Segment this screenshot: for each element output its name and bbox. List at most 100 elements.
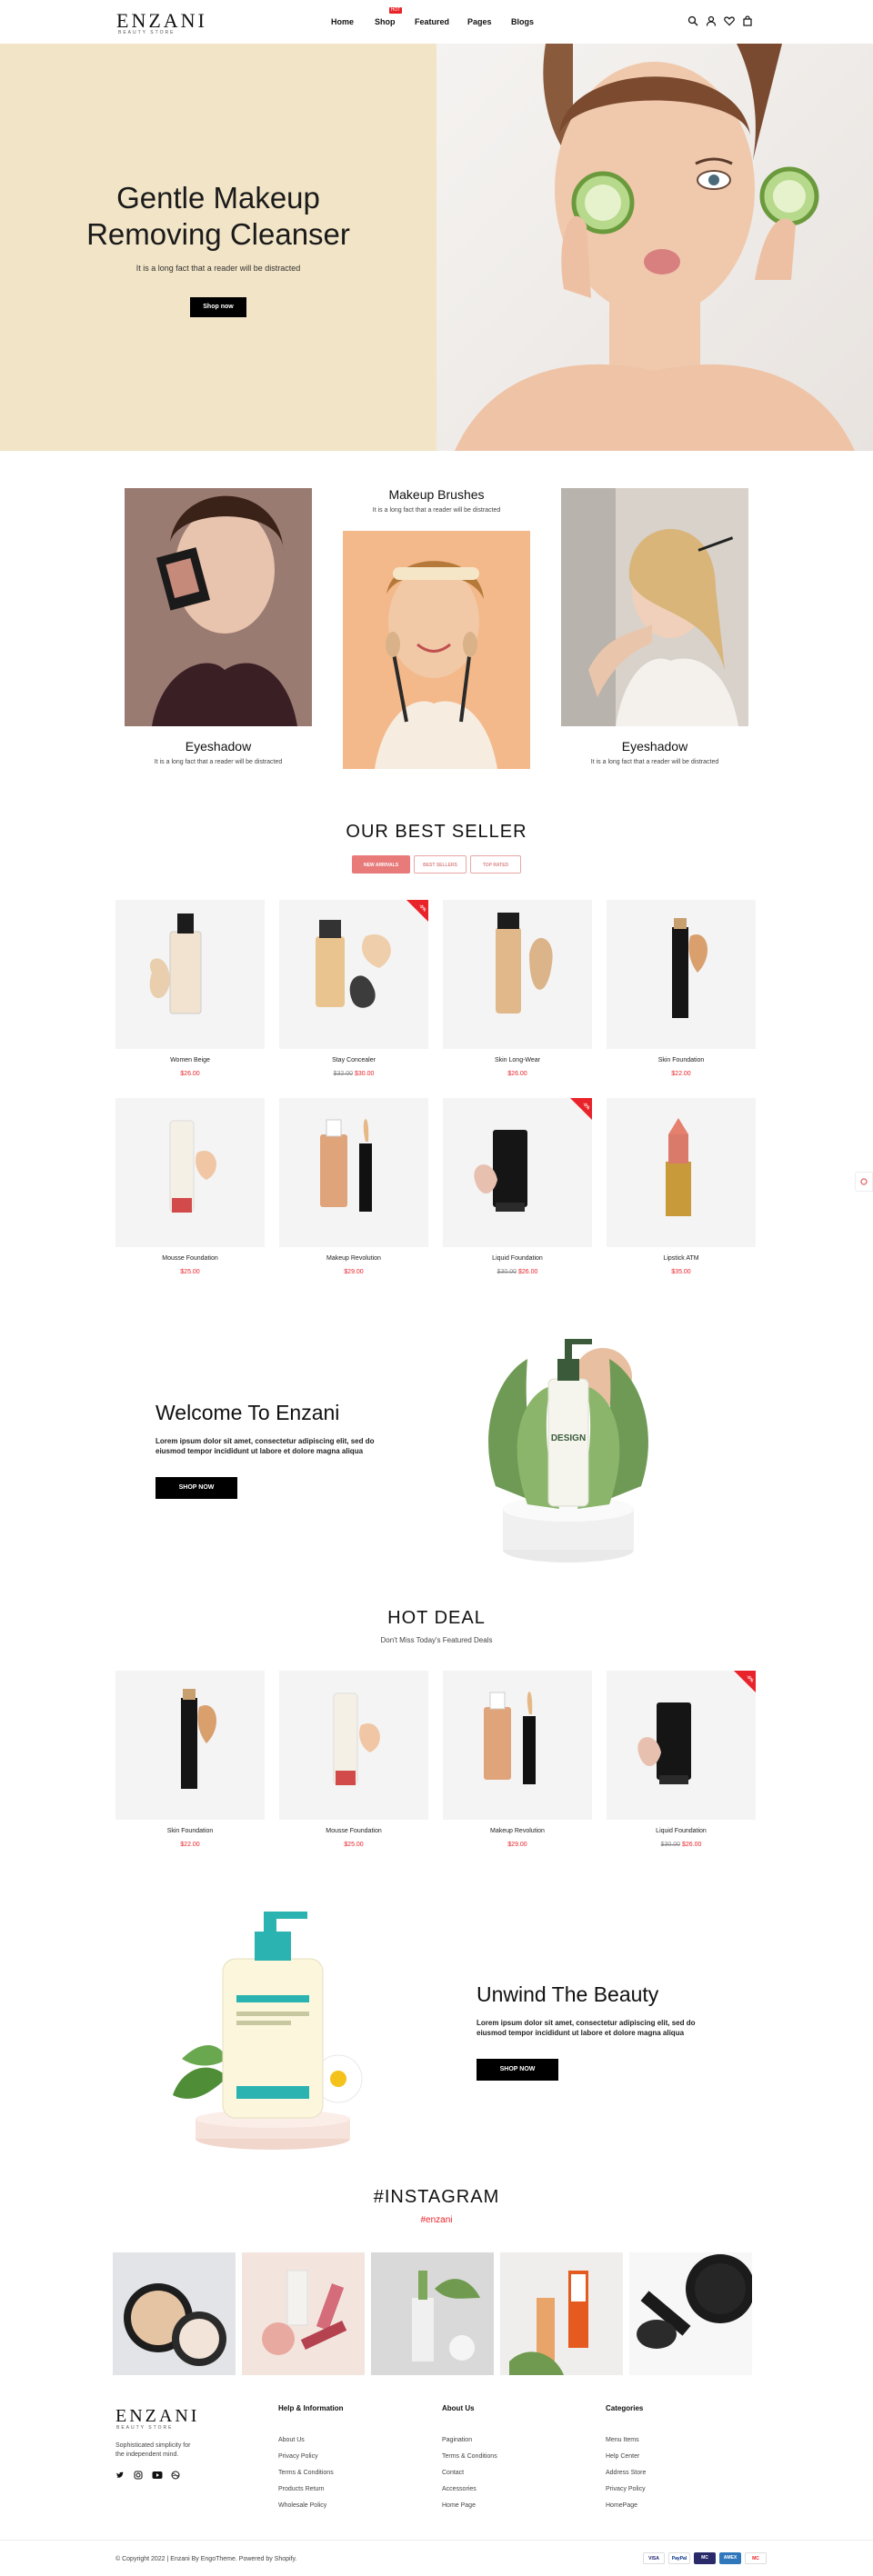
- footer-link[interactable]: Menu Items: [606, 2437, 639, 2443]
- nav-pages[interactable]: Pages: [467, 17, 492, 26]
- footer-link[interactable]: Help Center: [606, 2453, 639, 2460]
- tab-new-arrivals[interactable]: NEW ARRIVALS: [352, 855, 410, 874]
- category-image-eyeshadow-2[interactable]: [561, 488, 748, 726]
- copyright-text: © Copyright 2022 | Enzani By EngoTheme. …: [115, 2556, 297, 2562]
- twitter-icon[interactable]: [115, 2471, 125, 2480]
- product-card[interactable]: [115, 1098, 265, 1247]
- category-title[interactable]: Makeup Brushes: [343, 487, 530, 502]
- product-card[interactable]: [115, 900, 265, 1049]
- unwind-text: Lorem ipsum dolor sit amet, consectetur …: [477, 2019, 696, 2037]
- welcome-text: Lorem ipsum dolor sit amet, consectetur …: [156, 1437, 375, 1455]
- product-name[interactable]: Mousse Foundation: [279, 1828, 428, 1834]
- footer-link[interactable]: Accessories: [442, 2486, 477, 2492]
- product-price: $30.00 $26.00: [607, 1842, 756, 1848]
- product-image: [666, 1118, 691, 1216]
- footer-column-heading: Help & Information: [278, 2404, 344, 2412]
- product-card[interactable]: [443, 1671, 592, 1820]
- nav-home[interactable]: Home: [331, 17, 354, 26]
- welcome-title: Welcome To Enzani: [156, 1401, 340, 1424]
- product-image: [496, 913, 553, 1013]
- product-card[interactable]: -5%: [279, 900, 428, 1049]
- product-card[interactable]: -5%: [607, 1671, 756, 1820]
- footer-link[interactable]: Address Store: [606, 2470, 646, 2476]
- instagram-photo[interactable]: [500, 2252, 623, 2375]
- product-card[interactable]: -5%: [443, 1098, 592, 1247]
- product-name[interactable]: Stay Concealer: [279, 1057, 428, 1063]
- category-title[interactable]: Eyeshadow: [561, 739, 748, 754]
- footer-link[interactable]: Terms & Conditions: [278, 2470, 334, 2476]
- product-card[interactable]: [607, 900, 756, 1049]
- sale-tag: -5%: [561, 1098, 592, 1129]
- product-name[interactable]: Liquid Foundation: [443, 1255, 592, 1262]
- product-card[interactable]: [279, 1098, 428, 1247]
- instagram-photo[interactable]: [371, 2252, 494, 2375]
- sale-label: -5%: [581, 1101, 591, 1112]
- instagram-photo[interactable]: [242, 2252, 365, 2375]
- product-name[interactable]: Skin Foundation: [115, 1828, 265, 1834]
- product-old-price: $32.00: [333, 1071, 353, 1077]
- youtube-icon[interactable]: [152, 2471, 163, 2480]
- instagram-icon[interactable]: [134, 2471, 143, 2480]
- instagram-photo[interactable]: [629, 2252, 752, 2375]
- product-image: [320, 1119, 372, 1212]
- product-name[interactable]: Mousse Foundation: [115, 1255, 265, 1262]
- product-name[interactable]: Liquid Foundation: [607, 1828, 756, 1834]
- category-subtitle: It is a long fact that a reader will be …: [590, 759, 719, 765]
- gear-icon: [860, 1178, 868, 1185]
- footer-link[interactable]: Privacy Policy: [278, 2453, 318, 2460]
- search-icon[interactable]: [687, 15, 698, 26]
- nav-blogs[interactable]: Blogs: [511, 17, 534, 26]
- product-name[interactable]: Skin Foundation: [607, 1057, 756, 1063]
- footer-link[interactable]: About Us: [278, 2437, 305, 2443]
- product-name[interactable]: Makeup Revolution: [279, 1255, 428, 1262]
- best-seller-title: OUR BEST SELLER: [346, 822, 527, 842]
- category-image-eyeshadow[interactable]: [125, 488, 312, 726]
- category-title[interactable]: Eyeshadow: [125, 739, 312, 754]
- site-header: ENZANI BEAUTY STORE Home Shop HOT Featur…: [0, 0, 873, 44]
- footer-link[interactable]: Privacy Policy: [606, 2486, 646, 2492]
- footer-link[interactable]: Contact: [442, 2470, 464, 2476]
- side-floating-button[interactable]: [855, 1172, 873, 1192]
- instagram-photo[interactable]: [113, 2252, 236, 2375]
- sale-label: -5%: [745, 1673, 755, 1684]
- product-name[interactable]: Women Beige: [115, 1057, 265, 1063]
- product-image: [169, 1120, 216, 1213]
- product-name[interactable]: Makeup Revolution: [443, 1828, 592, 1834]
- hero-model-image: [436, 44, 873, 451]
- product-price: $32.00 $30.00: [279, 1071, 428, 1077]
- product-old-price: $30.00: [660, 1842, 680, 1848]
- dribbble-icon[interactable]: [171, 2471, 180, 2480]
- product-card[interactable]: [279, 1671, 428, 1820]
- product-card[interactable]: [115, 1671, 265, 1820]
- footer-link[interactable]: Pagination: [442, 2437, 472, 2443]
- footer-link[interactable]: Wholesale Policy: [278, 2502, 326, 2509]
- footer-link[interactable]: Terms & Conditions: [442, 2453, 497, 2460]
- footer-logo[interactable]: ENZANI: [115, 2406, 199, 2427]
- product-name[interactable]: Skin Long-Wear: [443, 1057, 592, 1063]
- wishlist-heart-icon[interactable]: [724, 15, 735, 26]
- product-card[interactable]: [443, 900, 592, 1049]
- tab-top-rated[interactable]: TOP RATED: [470, 855, 521, 874]
- hot-badge: HOT: [389, 7, 402, 14]
- welcome-shop-now-button[interactable]: SHOP NOW: [156, 1477, 237, 1499]
- category-image-makeup-brushes[interactable]: [343, 531, 530, 769]
- hero-shop-now-button[interactable]: Shop now: [190, 297, 246, 317]
- welcome-product-image: DESIGN: [477, 1323, 659, 1568]
- unwind-shop-now-button[interactable]: SHOP NOW: [477, 2059, 558, 2081]
- product-price: $25.00: [279, 1842, 428, 1848]
- cart-bag-icon[interactable]: [742, 15, 753, 26]
- footer-link[interactable]: HomePage: [606, 2502, 637, 2509]
- nav-shop[interactable]: Shop: [375, 17, 396, 26]
- product-name[interactable]: Lipstick ATM: [607, 1255, 756, 1262]
- user-icon[interactable]: [706, 15, 717, 26]
- product-card[interactable]: [607, 1098, 756, 1247]
- product-price: $25.00: [115, 1269, 265, 1275]
- footer-link[interactable]: Home Page: [442, 2502, 476, 2509]
- instagram-handle[interactable]: #enzani: [0, 2215, 873, 2225]
- nav-featured[interactable]: Featured: [415, 17, 449, 26]
- footer-divider: [0, 2540, 873, 2541]
- tab-best-sellers[interactable]: BEST SELLERS: [414, 855, 467, 874]
- instagram-title: #INSTAGRAM: [373, 2187, 500, 2207]
- footer-link[interactable]: Products Return: [278, 2486, 325, 2492]
- product-current-price: $22.00: [671, 1071, 691, 1077]
